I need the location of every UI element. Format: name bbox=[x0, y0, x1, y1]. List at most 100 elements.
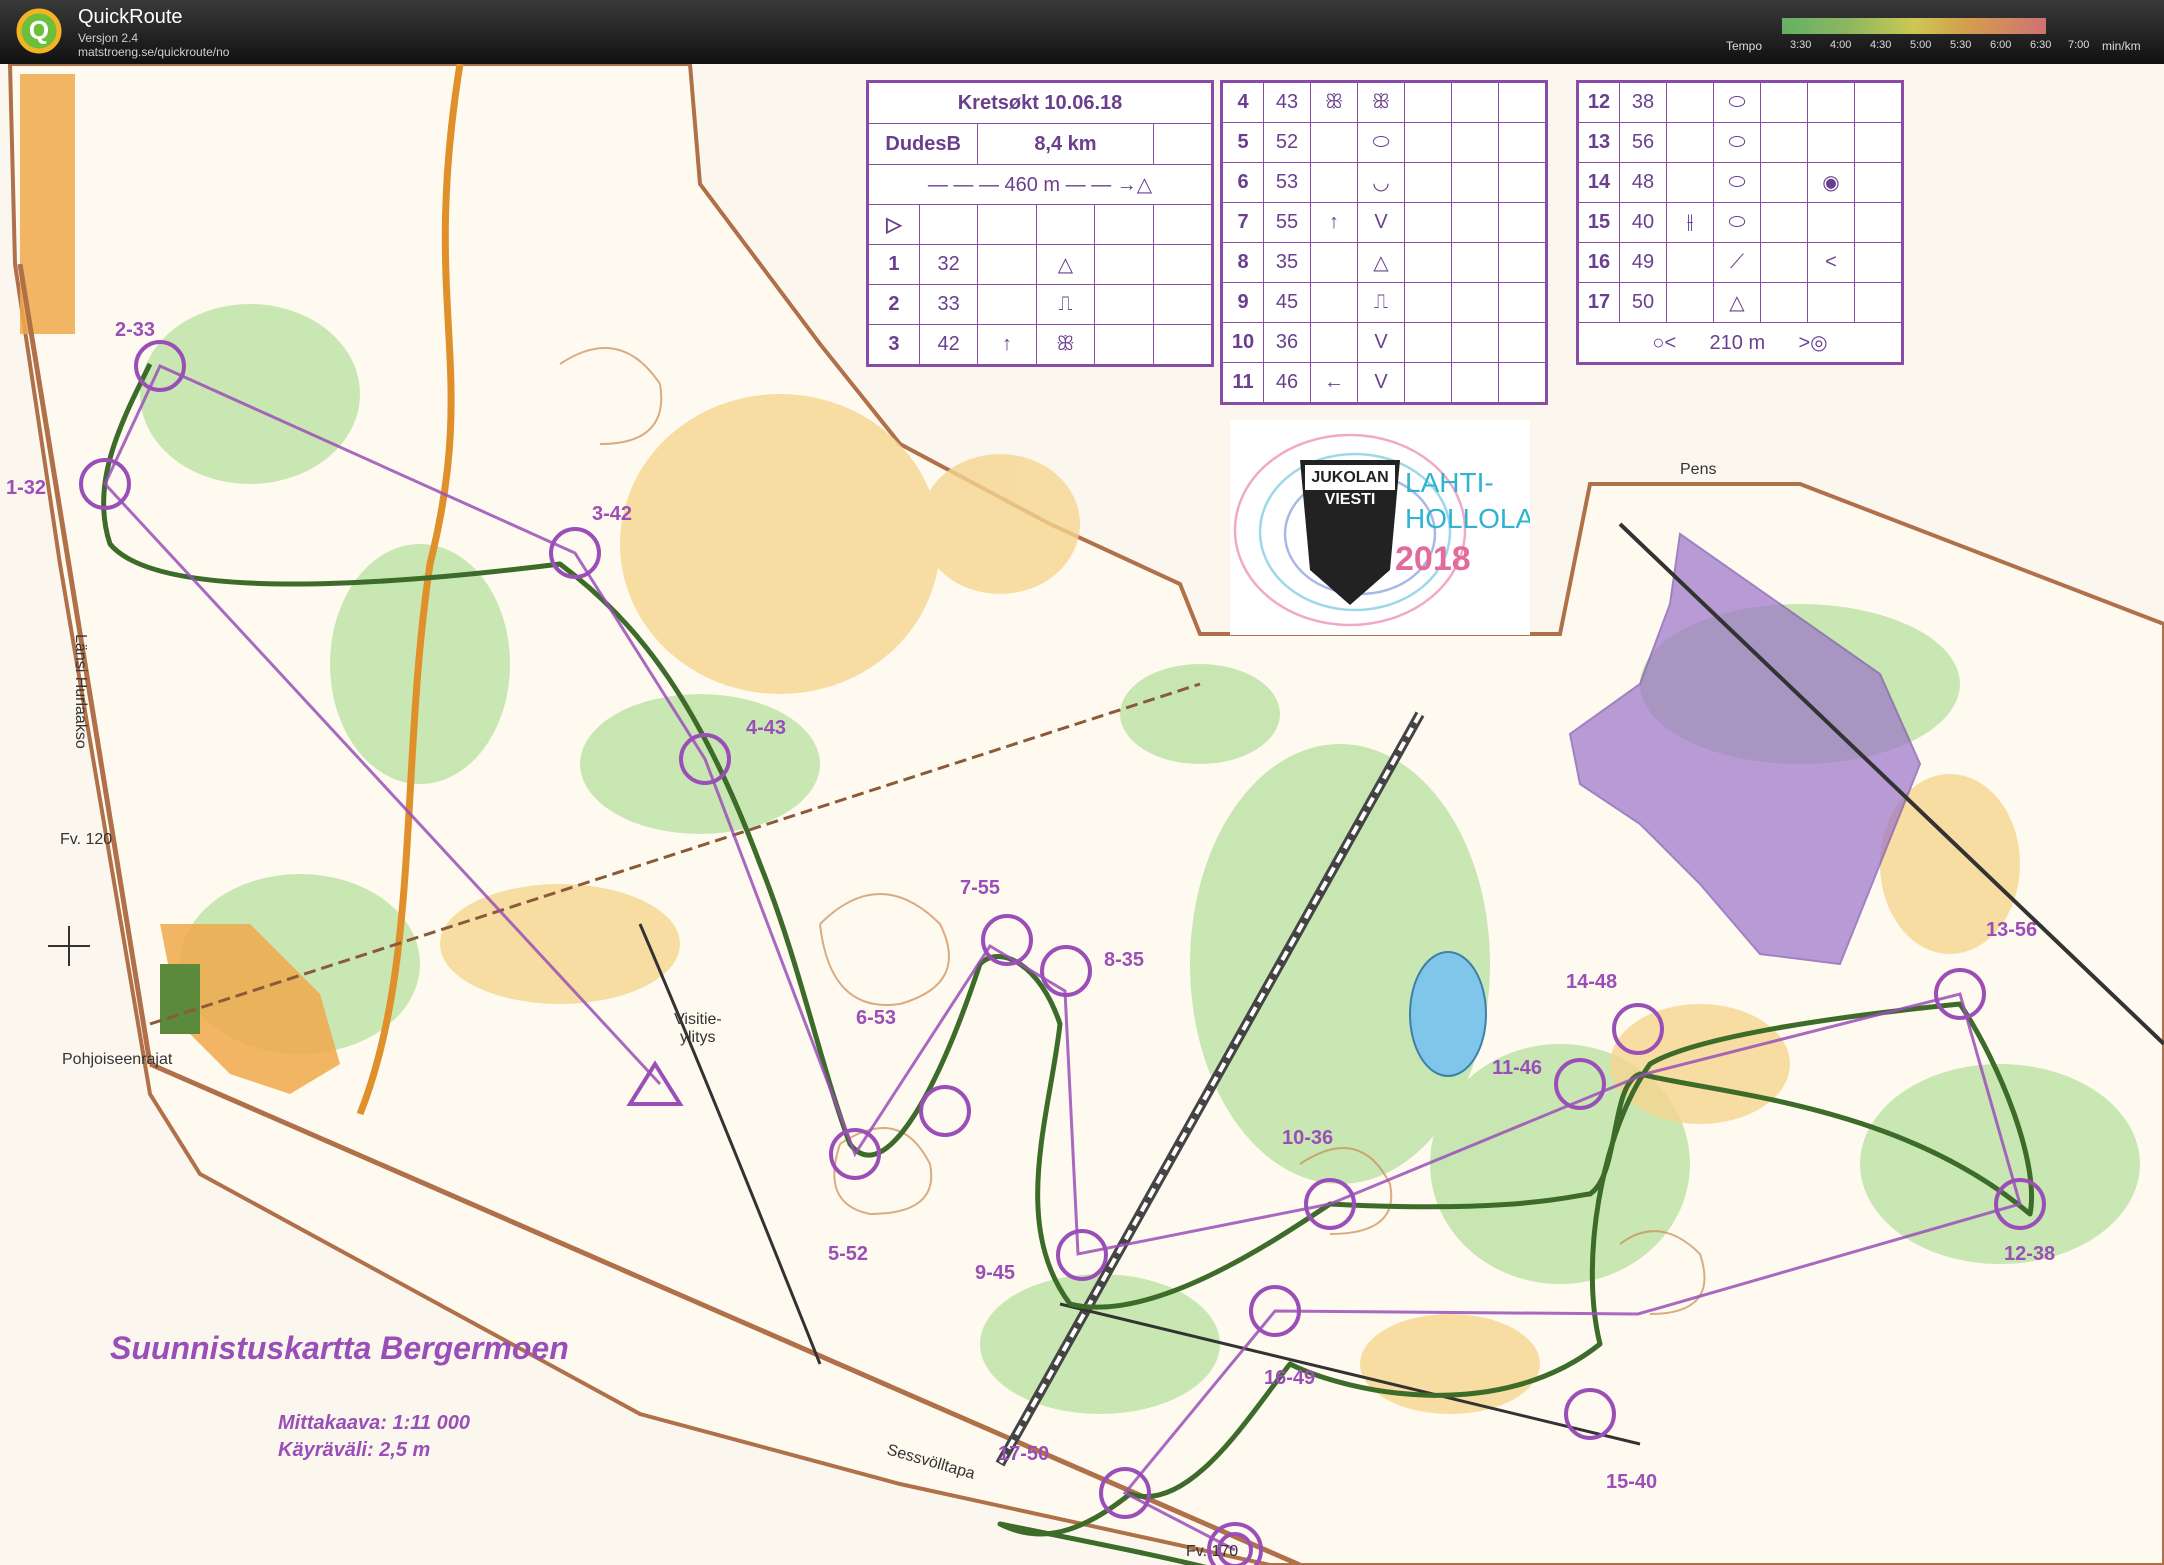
control-label: 12-38 bbox=[2004, 1243, 2055, 1265]
detail-symbol: V bbox=[1357, 202, 1405, 243]
svg-text:LAHTI-: LAHTI- bbox=[1405, 467, 1494, 498]
tempo-tick: 3:30 bbox=[1790, 39, 1812, 51]
row-number: 16 bbox=[1578, 242, 1620, 283]
control-code: 49 bbox=[1619, 242, 1667, 283]
row-number: 7 bbox=[1222, 202, 1264, 243]
feature-symbol bbox=[977, 244, 1037, 285]
svg-text:2018: 2018 bbox=[1395, 540, 1471, 578]
detail-symbol: ⬭ bbox=[1357, 122, 1405, 163]
place-name: ylitys bbox=[680, 1029, 716, 1046]
tempo-tick: 5:00 bbox=[1910, 39, 1932, 51]
tempo-unit: min/km bbox=[2102, 39, 2141, 53]
row-number: 1 bbox=[868, 244, 920, 285]
detail-symbol: ⎍ bbox=[1357, 282, 1405, 323]
control-label: 17-50 bbox=[998, 1443, 1049, 1465]
finish-distance: ○< 210 m >◎ bbox=[1578, 322, 1902, 363]
detail-symbol: ⟋ bbox=[1713, 242, 1761, 283]
app-title: QuickRoute bbox=[78, 6, 183, 28]
feature-symbol bbox=[1310, 282, 1358, 323]
row-number: 6 bbox=[1222, 162, 1264, 203]
control-code: 42 bbox=[918, 324, 979, 365]
control-code: 53 bbox=[1263, 162, 1311, 203]
control-code: 56 bbox=[1619, 122, 1667, 163]
taped-route-distance: — — — 460 m — — →△ bbox=[868, 164, 1212, 205]
control-label: 9-45 bbox=[975, 1262, 1015, 1284]
control-label: 10-36 bbox=[1282, 1127, 1333, 1149]
detail-symbol: △ bbox=[1713, 282, 1761, 323]
tempo-tick: 5:30 bbox=[1950, 39, 1972, 51]
quickroute-logo-icon: Q bbox=[16, 8, 62, 54]
row-number: 12 bbox=[1578, 82, 1620, 123]
control-description-table-2: 4 43 ꕥ ꕥ 5 52 ⬭ 6 53 ◡ 7 55 ↑ V 8 35 △ 9 45 ⎍ 10 36 V 11… bbox=[1220, 80, 1548, 405]
course-length: 8,4 km bbox=[977, 123, 1154, 165]
control-label: 7-55 bbox=[960, 877, 1000, 899]
feature-symbol: ↑ bbox=[977, 324, 1037, 365]
control-label: 11-46 bbox=[1492, 1057, 1542, 1079]
control-description-table-3: 12 38 ⬭ 13 56 ⬭ 14 48 ⬭ ◉ 15 40 ⫲ ⬭ 16 49 ⟋ < 17 50 △ ○… bbox=[1576, 80, 1904, 365]
feature-symbol bbox=[977, 284, 1037, 325]
control-label: 15-40 bbox=[1606, 1471, 1657, 1493]
control-code: 46 bbox=[1263, 362, 1311, 403]
detail-symbol: ◡ bbox=[1357, 162, 1405, 203]
tempo-tick: 6:30 bbox=[2030, 39, 2052, 51]
tempo-tick: 4:00 bbox=[1830, 39, 1852, 51]
row-number: 3 bbox=[868, 324, 920, 365]
control-label: 2-33 bbox=[115, 319, 155, 341]
svg-text:Q: Q bbox=[29, 15, 49, 45]
map-scale: Mittakaava: 1:11 000 bbox=[278, 1412, 470, 1434]
row-number: 17 bbox=[1578, 282, 1620, 323]
detail-symbol: △ bbox=[1035, 244, 1096, 285]
control-code: 52 bbox=[1263, 122, 1311, 163]
detail-symbol: ⎍ bbox=[1035, 284, 1096, 325]
map-title: Suunnistuskartta Bergermoen bbox=[110, 1330, 569, 1366]
app-version: Versjon 2.4 bbox=[78, 31, 139, 45]
feature-symbol bbox=[1310, 122, 1358, 163]
control-code: 45 bbox=[1263, 282, 1311, 323]
feature-symbol bbox=[1666, 162, 1714, 203]
feature-symbol bbox=[1666, 242, 1714, 283]
app-url: matstroeng.se/quickroute/no bbox=[78, 45, 230, 59]
detail-symbol: ꕥ bbox=[1035, 324, 1096, 365]
control-code: 43 bbox=[1263, 82, 1311, 123]
row-number: 13 bbox=[1578, 122, 1620, 163]
row-number: 5 bbox=[1222, 122, 1264, 163]
svg-text:HOLLOLA: HOLLOLA bbox=[1405, 503, 1530, 534]
start-symbol-icon: ▷ bbox=[868, 204, 920, 245]
feature-symbol bbox=[1666, 122, 1714, 163]
place-name: Fv. 120 bbox=[60, 831, 112, 848]
feature-symbol: ⫲ bbox=[1666, 202, 1714, 243]
detail-symbol: ⬭ bbox=[1713, 162, 1761, 203]
detail-symbol: ⬭ bbox=[1713, 82, 1761, 123]
row-number: 4 bbox=[1222, 82, 1264, 123]
control-code: 48 bbox=[1619, 162, 1667, 203]
tempo-tick: 4:30 bbox=[1870, 39, 1892, 51]
place-name: Länsi Hurlaakso bbox=[72, 634, 89, 749]
detail-symbol: ꕥ bbox=[1357, 82, 1405, 123]
control-code: 55 bbox=[1263, 202, 1311, 243]
feature-symbol bbox=[1666, 82, 1714, 123]
control-description-table-1: Kretsøkt 10.06.18 DudesB 8,4 km — — — 46… bbox=[866, 80, 1214, 367]
control-label: 6-53 bbox=[856, 1007, 896, 1029]
feature-symbol bbox=[1310, 322, 1358, 363]
row-number: 8 bbox=[1222, 242, 1264, 283]
place-name: Fv. 170 bbox=[1186, 1543, 1238, 1560]
feature-symbol bbox=[1666, 282, 1714, 323]
control-label: 5-52 bbox=[828, 1243, 868, 1265]
feature-symbol: ← bbox=[1310, 362, 1358, 403]
row-number: 11 bbox=[1222, 362, 1264, 403]
control-label: 14-48 bbox=[1566, 971, 1617, 993]
control-code: 33 bbox=[918, 284, 979, 325]
control-label: 4-43 bbox=[746, 717, 786, 739]
control-label: 8-35 bbox=[1104, 949, 1144, 971]
class-name: DudesB bbox=[867, 123, 979, 165]
detail-symbol: ⬭ bbox=[1713, 122, 1761, 163]
tempo-tick: 7:00 bbox=[2068, 39, 2090, 51]
detail-symbol: V bbox=[1357, 362, 1405, 403]
svg-text:JUKOLAN: JUKOLAN bbox=[1311, 469, 1388, 486]
row-number: 10 bbox=[1222, 322, 1264, 363]
app-header: Q QuickRoute Versjon 2.4 matstroeng.se/q… bbox=[0, 0, 2164, 64]
control-label: 16-49 bbox=[1264, 1367, 1315, 1389]
jukola-logo: JUKOLAN VIESTI LAHTI- HOLLOLA 2018 bbox=[1230, 420, 1530, 635]
control-label: 13-56 bbox=[1986, 919, 2037, 941]
control-code: 50 bbox=[1619, 282, 1667, 323]
